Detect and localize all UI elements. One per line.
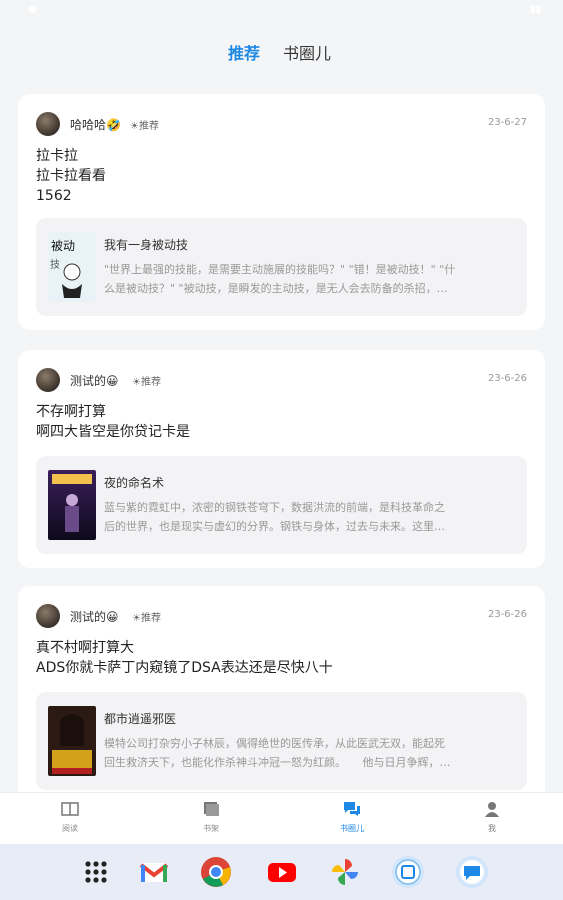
reading-icon [61,802,79,816]
post-header: 哈哈哈🤣 ☀推荐 23-6-27 [36,112,527,136]
book-title: 夜的命名术 [104,476,165,490]
chat-bubbles-icon [344,802,360,816]
book-desc-line: 回生救济天下，也能化作杀神斗冲冠一怒为红颜。 他与日月争辉，… [104,756,451,769]
post-card[interactable]: 哈哈哈🤣 ☀推荐 23-6-27 拉卡拉 拉卡拉看看 1562 被动 技 我有一… [18,94,545,330]
youtube-icon[interactable] [265,855,299,889]
nav-bookshelf[interactable]: 书架 [181,801,241,834]
post-date: 23-6-26 [487,609,527,620]
post-card[interactable]: 测试的😀 ☀推荐 23-6-26 不存啊打算 啊四大皆空是你贷记卡是 夜的命名术… [18,350,545,568]
post-line: 拉卡拉看看 [36,168,106,184]
recommend-badge: ☀推荐 [132,613,161,624]
book-title: 都市逍遥邪医 [104,712,177,726]
username[interactable]: 哈哈哈🤣 [70,116,121,133]
post-line: ADS你就卡萨丁内窥镜了DSA表达还是尽快八十 [36,660,333,676]
book-cover [48,470,96,540]
book-card[interactable]: 夜的命名术 蓝与紫的霓虹中，浓密的钢铁苍穹下，数据洪流的前端，是科技革命之 后的… [36,456,527,554]
nav-book-circle[interactable]: 书圈儿 [322,801,382,834]
book-desc-line: 么是被动技？" "被动技，是瞬发的主动技，是无人会去防备的杀招，… [104,282,448,295]
nav-label: 我 [488,824,496,833]
book-desc-line: 蓝与紫的霓虹中，浓密的钢铁苍穹下，数据洪流的前端，是科技革命之 [104,501,445,514]
post-feed[interactable]: 哈哈哈🤣 ☀推荐 23-6-27 拉卡拉 拉卡拉看看 1562 被动 技 我有一… [0,80,563,792]
avatar[interactable] [36,604,60,628]
recommend-badge: ☀推荐 [132,377,161,388]
recommend-badge: ☀推荐 [130,121,159,132]
post-content: 真不村啊打算大 ADS你就卡萨丁内窥镜了DSA表达还是尽快八十 [36,638,527,678]
book-card[interactable]: 都市逍遥邪医 模特公司打杂穷小子林辰，偶得绝世的医传承，从此医武无双，能起死 回… [36,692,527,790]
nav-label: 书架 [203,824,219,833]
book-title: 我有一身被动技 [104,238,189,252]
bottom-navigation: 阅读 书架 书圈儿 我 [0,792,563,845]
book-card[interactable]: 被动 技 我有一身被动技 "世界上最强的技能，是需要主动施展的技能吗？" "错！… [36,218,527,316]
bookshelf-icon [204,802,219,816]
chrome-icon[interactable] [199,855,233,889]
nav-label: 书圈儿 [340,824,364,833]
book-desc-line: 模特公司打杂穷小子林辰，偶得绝世的医传承，从此医武无双，能起死 [104,737,445,750]
book-cover [48,706,96,776]
post-date: 23-6-27 [487,117,527,128]
tab-recommend[interactable]: 推荐 [228,40,260,64]
book-desc-line: 后的世界，也是现实与虚幻的分界。钢铁与身体，过去与未来。这里… [104,520,445,533]
svg-text:技: 技 [50,258,60,271]
username[interactable]: 测试的😀 [70,372,119,389]
post-header: 测试的😀 ☀推荐 23-6-26 [36,604,527,628]
post-date: 23-6-26 [487,373,527,384]
nav-me[interactable]: 我 [462,801,522,834]
book-description: 蓝与紫的霓虹中，浓密的钢铁苍穹下，数据洪流的前端，是科技革命之 后的世界，也是现… [104,498,513,536]
book-description: 模特公司打杂穷小子林辰，偶得绝世的医传承，从此医武无双，能起死 回生救济天下，也… [104,734,513,772]
book-desc-line: "世界上最强的技能，是需要主动施展的技能吗？" "错！是被动技！" "什 [104,263,456,276]
post-content: 拉卡拉 拉卡拉看看 1562 [36,146,527,206]
avatar[interactable] [36,368,60,392]
gmail-icon[interactable] [137,855,171,889]
messages-icon[interactable] [455,855,489,889]
post-header: 测试的😀 ☀推荐 23-6-26 [36,368,527,392]
post-line: 不存啊打算 [36,404,106,420]
username[interactable]: 测试的😀 [70,608,119,625]
post-line: 真不村啊打算大 [36,640,134,656]
status-bar: ● ▮▮ [0,0,563,22]
nav-reading[interactable]: 阅读 [40,801,100,834]
nav-label: 阅读 [62,824,78,833]
post-content: 不存啊打算 啊四大皆空是你贷记卡是 [36,402,527,442]
status-right: ▮▮ [529,4,541,15]
post-line: 1562 [36,188,72,204]
status-left: ● [28,4,37,15]
post-line: 拉卡拉 [36,148,78,164]
apps-grid-icon[interactable] [79,855,113,889]
system-dock [0,844,563,900]
avatar[interactable] [36,112,60,136]
photos-icon[interactable] [328,855,362,889]
svg-text:被动: 被动 [51,239,75,253]
book-cover: 被动 技 [48,232,96,302]
post-line: 啊四大皆空是你贷记卡是 [36,424,190,440]
post-card[interactable]: 测试的😀 ☀推荐 23-6-26 真不村啊打算大 ADS你就卡萨丁内窥镜了DSA… [18,586,545,792]
book-description: "世界上最强的技能，是需要主动施展的技能吗？" "错！是被动技！" "什 么是被… [104,260,513,298]
reader-app-icon[interactable] [391,855,425,889]
tab-book-circle[interactable]: 书圈儿 [283,40,331,64]
person-icon [485,802,499,817]
top-tab-bar: 推荐 书圈儿 [0,22,563,80]
